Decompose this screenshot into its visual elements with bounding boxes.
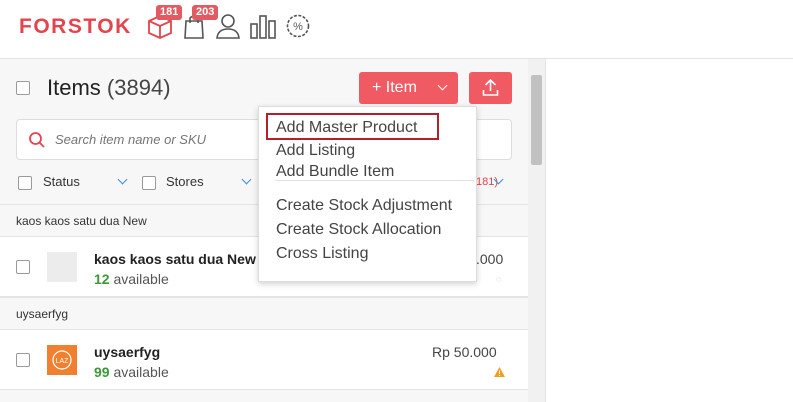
availability: 99 available (94, 364, 169, 380)
stores-filter-label[interactable]: Stores (166, 174, 204, 189)
bar-chart-icon[interactable] (249, 12, 277, 45)
status-filter-label[interactable]: Status (43, 174, 80, 189)
sync-icon: ◌ (496, 274, 502, 284)
product-price: Rp 50.000 (432, 344, 497, 360)
upload-icon (482, 78, 499, 96)
row-checkbox[interactable] (16, 353, 30, 367)
items-count: (3894) (106, 75, 171, 100)
add-item-dropdown-menu: Add Master Product Add Listing Add Bundl… (258, 106, 477, 282)
stores-chevron-down-icon[interactable] (241, 174, 252, 185)
title-text: Items (47, 75, 101, 100)
chevron-down-icon (437, 80, 448, 91)
available-count: 99 (94, 364, 110, 380)
add-item-label: + Item (372, 79, 417, 96)
detail-pane (546, 59, 793, 402)
menu-item-add-bundle-item[interactable]: Add Bundle Item (276, 163, 394, 181)
add-item-button[interactable]: + Item (359, 72, 458, 104)
package-badge: 181 (156, 5, 183, 20)
scrollbar-thumb[interactable] (531, 75, 542, 165)
page-title: Items (3894) (47, 75, 171, 101)
vertical-scrollbar[interactable] (528, 59, 545, 402)
search-icon (29, 132, 45, 148)
menu-item-cross-listing[interactable]: Cross Listing (276, 245, 368, 263)
upload-button[interactable] (469, 72, 512, 104)
store-logo-text: LAZ (56, 358, 70, 365)
stores-filter-checkbox[interactable] (142, 176, 156, 190)
menu-item-create-stock-allocation[interactable]: Create Stock Allocation (276, 221, 441, 239)
select-all-checkbox[interactable] (16, 81, 30, 95)
promo-percent-icon[interactable]: % (285, 12, 311, 45)
availability: 12 available (94, 271, 169, 287)
warning-icon[interactable] (493, 366, 506, 378)
svg-text:%: % (293, 21, 303, 33)
available-label: available (113, 364, 169, 380)
menu-item-create-stock-adjustment[interactable]: Create Stock Adjustment (276, 197, 452, 215)
user-icon[interactable] (215, 12, 241, 45)
product-name[interactable]: kaos kaos satu dua New (94, 251, 256, 267)
product-name[interactable]: uysaerfyg (94, 344, 160, 360)
status-chevron-down-icon[interactable] (117, 174, 128, 185)
menu-divider (275, 180, 474, 181)
forstok-logo[interactable]: FORSTOK (19, 15, 132, 39)
table-row[interactable]: LAZ uysaerfyg 99 available Rp 50.000 (0, 330, 528, 390)
product-thumbnail (47, 252, 77, 282)
menu-item-add-master-product[interactable]: Add Master Product (276, 119, 417, 137)
status-filter-checkbox[interactable] (18, 176, 32, 190)
top-navigation-bar: FORSTOK 181 203 % (0, 0, 793, 59)
lazada-store-logo: LAZ (47, 345, 77, 375)
price-partial: .000 (476, 251, 504, 267)
available-label: available (113, 271, 169, 287)
available-count: 12 (94, 271, 110, 287)
menu-item-add-listing[interactable]: Add Listing (276, 142, 355, 160)
list-group-header: uysaerfyg (0, 297, 528, 330)
row-checkbox[interactable] (16, 260, 30, 274)
